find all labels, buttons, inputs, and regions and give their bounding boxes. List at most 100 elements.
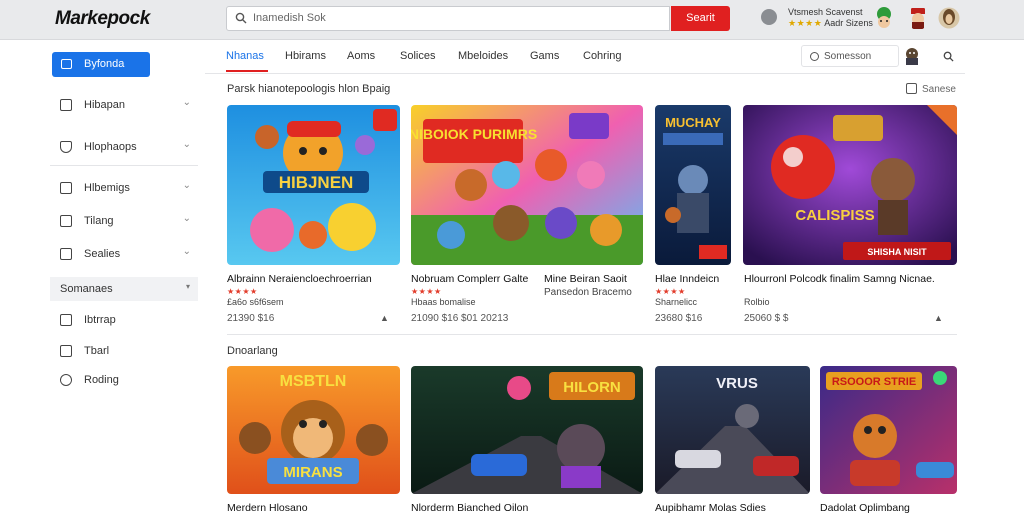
- sidebar-item-label: Hibapan: [84, 99, 125, 111]
- caret-up-icon[interactable]: ▲: [380, 313, 389, 323]
- search-button[interactable]: Searit: [671, 6, 730, 31]
- game-title[interactable]: Merdern Hlosano: [227, 502, 308, 514]
- sidebar-item-1[interactable]: Hibapan ⌄: [60, 96, 195, 116]
- game-title[interactable]: Nlorderm Bianched Oilon: [411, 502, 528, 514]
- see-all-label: Sanese: [922, 84, 956, 95]
- mascot-avatar-icon[interactable]: [873, 6, 895, 30]
- grid-icon: [60, 99, 72, 111]
- character-icon[interactable]: [902, 46, 922, 66]
- rating-stars: ★★★★: [227, 287, 258, 296]
- game-thumbnail[interactable]: VRUS: [655, 366, 810, 494]
- sidebar-item-label: Ibtrrap: [84, 314, 116, 326]
- sidebar-item-label: Hlophaops: [84, 141, 137, 153]
- search-icon[interactable]: [943, 51, 954, 62]
- game-title[interactable]: Dadolat Oplimbang: [820, 502, 910, 514]
- chevron-down-icon: ⌄: [182, 139, 191, 150]
- caret-up-icon[interactable]: ▲: [934, 313, 943, 323]
- game-price: 25060 $ $: [744, 313, 789, 324]
- game-art-image: MSBTLN MIRANS: [227, 366, 400, 494]
- game-thumbnail[interactable]: HILORN: [411, 366, 643, 494]
- rating-stars: ★★★★: [411, 287, 442, 296]
- game-title[interactable]: Mine Beiran Saoit: [544, 273, 627, 285]
- notification-icon[interactable]: [761, 9, 777, 25]
- game-title[interactable]: Nobruam Complerr Galte: [411, 273, 528, 285]
- tab-2[interactable]: Hbirams: [285, 50, 326, 62]
- tab-7[interactable]: Cohring: [583, 50, 622, 62]
- shield-icon: [60, 141, 72, 153]
- game-thumbnail[interactable]: MSBTLN MIRANS: [227, 366, 400, 494]
- game-art-image: CALISPISS SHISHA NISIT: [743, 105, 957, 265]
- sidebar-section-label: Somanaes: [60, 283, 113, 295]
- sidebar-section-header[interactable]: Somanaes ▾: [50, 277, 198, 301]
- sidebar-subitem-3[interactable]: Roding: [60, 371, 195, 391]
- sidebar-item-4[interactable]: Tilang ⌄: [60, 212, 195, 232]
- user-avatar-icon[interactable]: [938, 6, 960, 30]
- app-logo[interactable]: Markepock: [55, 8, 150, 30]
- game-art-title: RSOOOR STRIE: [832, 376, 916, 388]
- game-art-title: MUCHAY: [665, 115, 721, 130]
- search-icon: [235, 12, 247, 24]
- account-summary[interactable]: Vtsmesh Scavenst ★★★★ Aadr Sizens: [788, 7, 873, 29]
- location-icon: [810, 52, 819, 61]
- game-art-image: NIBOIOK PURIMRS: [411, 105, 643, 265]
- game-rating: ★★★★: [411, 286, 442, 297]
- see-all-link[interactable]: Sanese: [906, 83, 956, 95]
- chevron-down-icon: ⌄: [182, 213, 191, 224]
- sidebar-item-label: Tilang: [84, 215, 114, 227]
- tab-6[interactable]: Gams: [530, 50, 559, 62]
- sidebar-item-2[interactable]: Hlophaops ⌄: [60, 138, 195, 158]
- chevron-down-icon: ⌄: [182, 97, 191, 108]
- section-title: Dnoarlang: [227, 345, 278, 357]
- tag-icon: [60, 215, 72, 227]
- game-publisher: Rolbio: [744, 297, 770, 307]
- game-thumbnail[interactable]: NIBOIOK PURIMRS: [411, 105, 643, 265]
- game-publisher: Pansedon Bracemo: [544, 287, 632, 298]
- sidebar-item-label: Roding: [84, 374, 119, 386]
- game-rating: ★★★★: [655, 286, 686, 297]
- game-art-title: CALISPISS: [795, 207, 874, 224]
- clock-icon: [60, 374, 72, 386]
- game-price: 21390 $16: [227, 313, 275, 324]
- tab-search-field[interactable]: Somesson: [801, 45, 899, 67]
- game-art-title: VRUS: [716, 375, 758, 392]
- game-title[interactable]: Albrainn Neraiencloechroerrian: [227, 273, 372, 285]
- expand-icon: [906, 83, 917, 94]
- section-divider: [227, 334, 957, 335]
- rating-stars: ★★★★: [655, 287, 686, 296]
- game-art-title: NIBOIOK PURIMRS: [411, 126, 537, 142]
- chevron-down-icon: ⌄: [182, 180, 191, 191]
- sidebar-subitem-1[interactable]: Ibtrrap: [60, 311, 195, 331]
- tab-1[interactable]: Nhanas: [226, 50, 264, 62]
- search-bar[interactable]: Inamedish Sok: [226, 6, 670, 31]
- game-thumbnail[interactable]: CALISPISS SHISHA NISIT: [743, 105, 957, 265]
- sidebar-item-3[interactable]: Hlbemigs ⌄: [60, 179, 195, 199]
- active-tab-indicator: [226, 70, 268, 72]
- game-thumbnail[interactable]: HIBJNEN: [227, 105, 400, 265]
- tab-3[interactable]: Aoms: [347, 50, 375, 62]
- sidebar: Byfonda Hibapan ⌄ Hlophaops ⌄ Hlbemigs ⌄…: [0, 40, 205, 512]
- game-thumbnail[interactable]: RSOOOR STRIE: [820, 366, 957, 494]
- character-avatar-icon[interactable]: [907, 6, 929, 30]
- tab-4[interactable]: Solices: [400, 50, 435, 62]
- tab-5[interactable]: Mbeloides: [458, 50, 508, 62]
- window-icon: [60, 314, 72, 326]
- game-title[interactable]: Aupibhamr Molas Sdies: [655, 502, 766, 514]
- game-thumbnail[interactable]: MUCHAY: [655, 105, 731, 265]
- chevron-down-icon: ⌄: [182, 246, 191, 257]
- section-title: Parsk hianotepoologis hlon Bpaig: [227, 83, 391, 95]
- game-title[interactable]: Hlourronl Polcodk finalim Samng Nicnae.: [744, 273, 944, 286]
- game-publisher: £a6o s6f6sem: [227, 297, 284, 307]
- game-art-title: MSBTLN: [280, 373, 347, 390]
- game-art-title: HIBJNEN: [279, 173, 354, 192]
- sidebar-item-label: Tbarl: [84, 345, 110, 357]
- top-bar: Markepock Inamedish Sok Searit Vtsmesh S…: [0, 0, 1024, 40]
- sidebar-subitem-2[interactable]: Tbarl: [60, 342, 195, 362]
- home-icon: [60, 182, 72, 194]
- game-rating: ★★★★: [227, 286, 258, 297]
- search-input[interactable]: Inamedish Sok: [253, 12, 326, 24]
- sidebar-item-active[interactable]: Byfonda: [52, 52, 150, 77]
- game-art-subtitle: MIRANS: [283, 464, 342, 481]
- game-title[interactable]: Hlae Inndeicn: [655, 273, 719, 285]
- sidebar-item-5[interactable]: Sealies ⌄: [60, 245, 195, 265]
- game-art-image: HIBJNEN: [227, 105, 400, 265]
